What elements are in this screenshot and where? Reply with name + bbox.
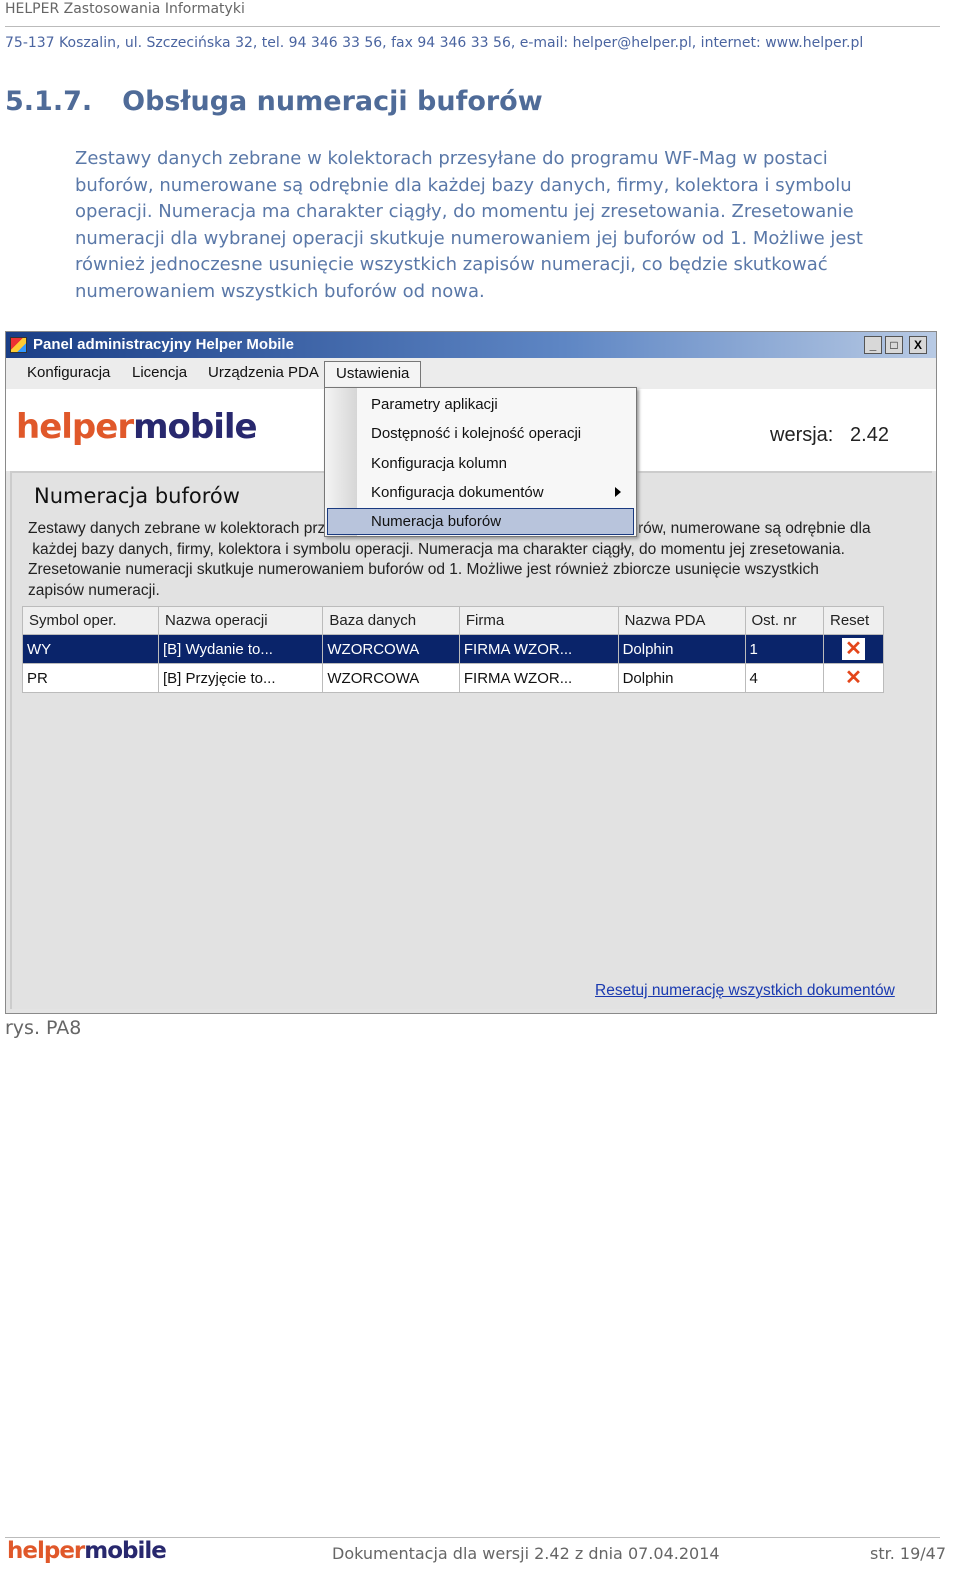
helpermobile-logo: helpermobile <box>16 407 258 447</box>
footer-text: Dokumentacja dla wersji 2.42 z dnia 07.0… <box>332 1544 720 1563</box>
menu-item-dokumenty[interactable]: Konfiguracja dokumentów <box>371 484 544 501</box>
table-row[interactable]: PR [B] Przyjęcie to... WZORCOWA FIRMA WZOR.… <box>22 663 884 693</box>
submenu-arrow-icon <box>615 487 621 497</box>
header-divider <box>5 26 940 27</box>
menu-item-parametry[interactable]: Parametry aplikacji <box>371 396 498 413</box>
col-nazwa-pda[interactable]: Nazwa PDA <box>617 606 746 635</box>
table-row[interactable]: WY [B] Wydanie to... WZORCOWA FIRMA WZOR...… <box>22 634 884 664</box>
title-bar: Panel administracyjny Helper Mobile <box>6 332 936 358</box>
menu-item-dostepnosc[interactable]: Dostępność i kolejność operacji <box>371 425 581 442</box>
col-symbol[interactable]: Symbol oper. <box>22 606 159 635</box>
col-nazwa-operacji[interactable]: Nazwa operacji <box>157 606 324 635</box>
x-icon: ✕ <box>845 667 862 689</box>
menu-item-numeracja[interactable]: Numeracja buforów <box>371 513 501 530</box>
col-reset[interactable]: Reset <box>823 606 884 635</box>
maximize-button[interactable]: □ <box>885 336 903 354</box>
minimize-button[interactable]: _ <box>864 336 882 354</box>
section-number: 5.1.7. <box>5 86 93 117</box>
menu-licencja[interactable]: Licencja <box>132 364 187 381</box>
paragraph-line: numeracji dla wybranej operacji skutkuje… <box>75 227 863 249</box>
company-header: HELPER Zastosowania Informatyki <box>5 1 245 17</box>
footer-logo: helpermobile <box>7 1538 167 1564</box>
company-address: 75-137 Koszalin, ul. Szczecińska 32, tel… <box>5 35 864 51</box>
paragraph-line: operacji. Numeracja ma charakter ciągły,… <box>75 201 854 222</box>
section-heading: 5.1.7. Obsługa numeracji buforów <box>5 86 543 117</box>
close-button[interactable]: X <box>909 336 927 354</box>
page-number: str. 19/47 <box>870 1544 946 1563</box>
menu-konfiguracja[interactable]: Konfiguracja <box>27 364 110 381</box>
col-firma[interactable]: Firma <box>458 606 619 635</box>
reset-button[interactable]: ✕ <box>823 663 884 693</box>
col-ost-nr[interactable]: Ost. nr <box>744 606 824 635</box>
panel-title: Numeracja buforów <box>34 484 240 508</box>
app-icon <box>10 337 27 353</box>
reset-button[interactable]: ✕ <box>823 634 884 664</box>
reset-all-link[interactable]: Resetuj numerację wszystkich dokumentów <box>595 982 895 1000</box>
version-readout: wersja: 2.42 <box>770 424 889 446</box>
ustawienia-dropdown: Parametry aplikacji Dostępność i kolejno… <box>324 387 637 537</box>
figure-caption: rys. PA8 <box>5 1017 82 1039</box>
section-title: Obsługa numeracji buforów <box>122 86 543 117</box>
paragraph-line: numerowaniem wszystkich buforów od nowa. <box>75 280 485 302</box>
menu-item-kolumny[interactable]: Konfiguracja kolumn <box>371 455 507 472</box>
menu-urzadzenia-pda[interactable]: Urządzenia PDA <box>208 364 319 381</box>
col-baza-danych[interactable]: Baza danych <box>322 606 460 635</box>
paragraph-line: Zestawy danych zebrane w kolektorach prz… <box>75 148 828 169</box>
paragraph-line: również jednoczesne usunięcie wszystkich… <box>75 254 828 275</box>
paragraph-line: buforów, numerowane są odrębnie dla każd… <box>75 174 852 196</box>
menu-bar: Konfiguracja Licencja Urządzenia PDA Ust… <box>6 358 936 391</box>
body-paragraph: Zestawy danych zebrane w kolektorach prz… <box>75 146 863 305</box>
numbering-table: Symbol oper. Nazwa operacji Baza danych … <box>22 606 884 693</box>
app-window-screenshot: Panel administracyjny Helper Mobile _ □ … <box>5 331 937 1014</box>
x-icon: ✕ <box>842 638 865 660</box>
